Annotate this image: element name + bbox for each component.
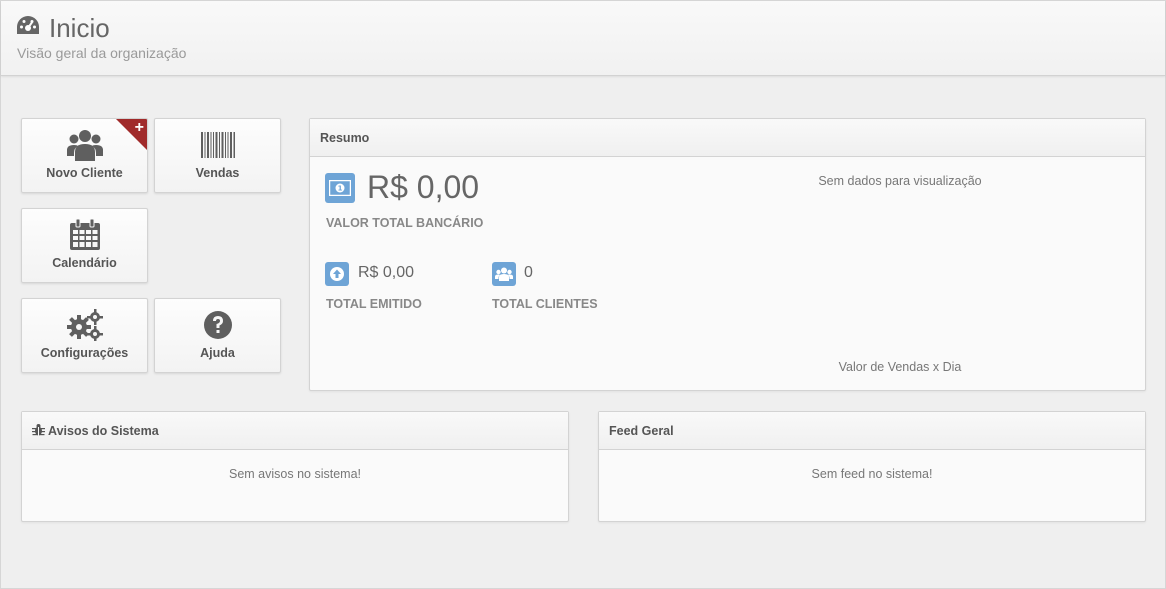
novo-cliente-label: Novo Cliente [46, 166, 123, 180]
valor-total-value: R$ 0,00 [367, 169, 480, 205]
ajuda-button[interactable]: Ajuda [154, 298, 281, 373]
gears-icon [22, 307, 147, 343]
total-clientes-label: TOTAL CLIENTES [492, 297, 598, 311]
sem-dados-message: Sem dados para visualização [818, 174, 982, 188]
novo-cliente-button[interactable]: Novo Cliente + [21, 118, 148, 193]
resumo-panel: Resumo 1 R$ 0,00 VALOR TOTAL BANCÁRIO R$… [309, 118, 1146, 391]
question-icon [155, 307, 280, 343]
vendas-button[interactable]: Vendas [154, 118, 281, 193]
money-icon: 1 [325, 173, 355, 203]
calendario-label: Calendário [52, 256, 117, 270]
total-emitido-label: TOTAL EMITIDO [326, 297, 422, 311]
resumo-header: Resumo [310, 119, 1145, 157]
total-emitido-value: R$ 0,00 [358, 264, 415, 281]
valor-total-label: VALOR TOTAL BANCÁRIO [326, 216, 484, 230]
feed-panel: Feed Geral Sem feed no sistema! [598, 411, 1146, 522]
avisos-panel: Avisos do Sistema Sem avisos no sistema! [21, 411, 569, 522]
page-subtitle: Visão geral da organização [17, 45, 187, 61]
arrow-up-icon [325, 262, 349, 286]
configuracoes-label: Configurações [40, 346, 129, 360]
avisos-header: Avisos do Sistema [22, 412, 568, 450]
resumo-title: Resumo [320, 130, 370, 145]
avisos-title: Avisos do Sistema [48, 423, 159, 438]
title-row: Inicio [16, 13, 110, 43]
plus-icon: + [134, 119, 144, 136]
feed-title: Feed Geral [609, 423, 674, 438]
ajuda-label: Ajuda [200, 346, 235, 360]
avisos-message: Sem avisos no sistema! [229, 467, 361, 481]
svg-text:1: 1 [338, 185, 343, 193]
vendas-label: Vendas [195, 166, 240, 180]
dashboard-icon [16, 15, 40, 42]
feed-message: Sem feed no sistema! [811, 467, 933, 481]
barcode-icon [155, 127, 280, 163]
dashboard-page: Inicio Visão geral da organização Novo C… [0, 0, 1166, 589]
calendario-button[interactable]: Calendário [21, 208, 148, 283]
page-header: Inicio Visão geral da organização [1, 1, 1165, 76]
grafico-label: Valor de Vendas x Dia [838, 360, 962, 374]
calendar-icon [22, 217, 147, 253]
bug-icon [32, 423, 45, 439]
total-clientes-value: 0 [524, 264, 533, 281]
feed-header: Feed Geral [599, 412, 1145, 450]
configuracoes-button[interactable]: Configurações [21, 298, 148, 373]
clients-icon [492, 262, 516, 286]
page-title: Inicio [49, 13, 110, 43]
